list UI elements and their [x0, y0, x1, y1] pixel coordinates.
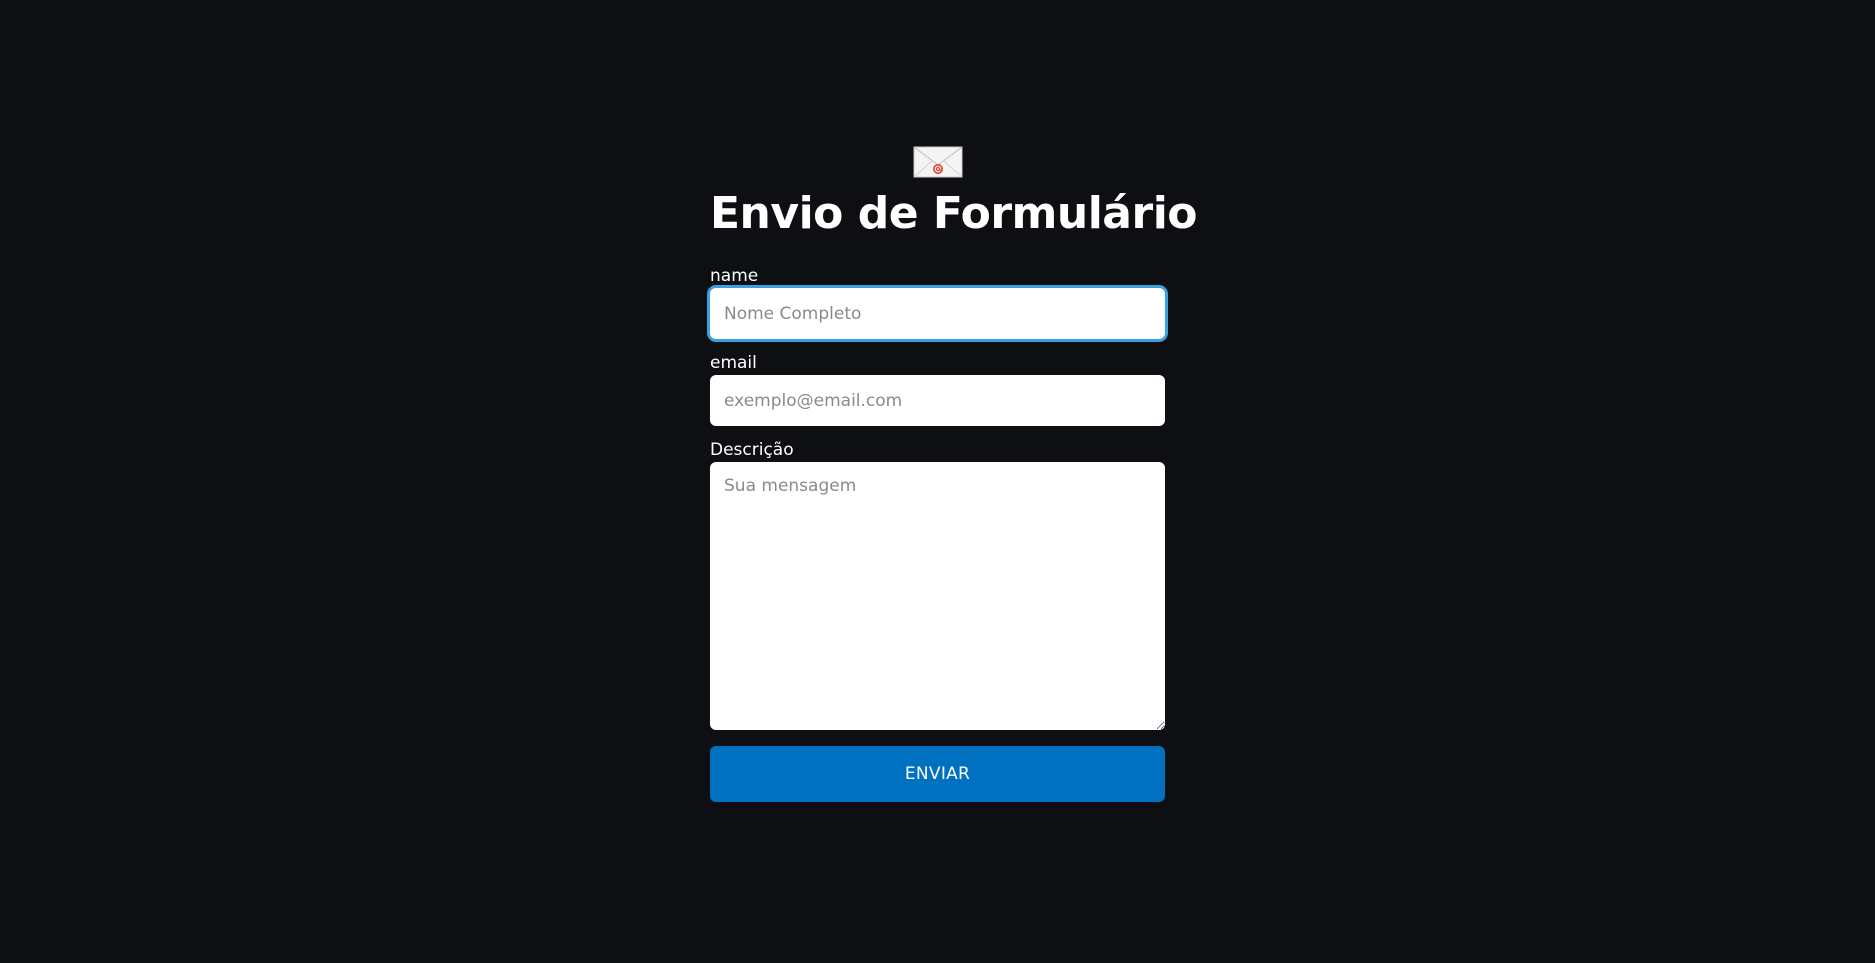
email-label: email	[710, 353, 757, 373]
envelope-icon	[913, 146, 962, 178]
name-label: name	[710, 266, 759, 286]
description-label: Descrição	[710, 440, 794, 460]
name-input[interactable]	[710, 288, 1165, 339]
email-input[interactable]	[710, 375, 1165, 426]
page: Envio de Formulário name email Descrição…	[0, 0, 1875, 963]
description-textarea[interactable]	[710, 462, 1165, 730]
submit-button[interactable]: ENVIAR	[710, 746, 1165, 802]
header-icon-wrap	[710, 140, 1165, 182]
page-title: Envio de Formulário	[710, 188, 1198, 239]
contact-form: Envio de Formulário name email Descrição…	[710, 140, 1198, 802]
